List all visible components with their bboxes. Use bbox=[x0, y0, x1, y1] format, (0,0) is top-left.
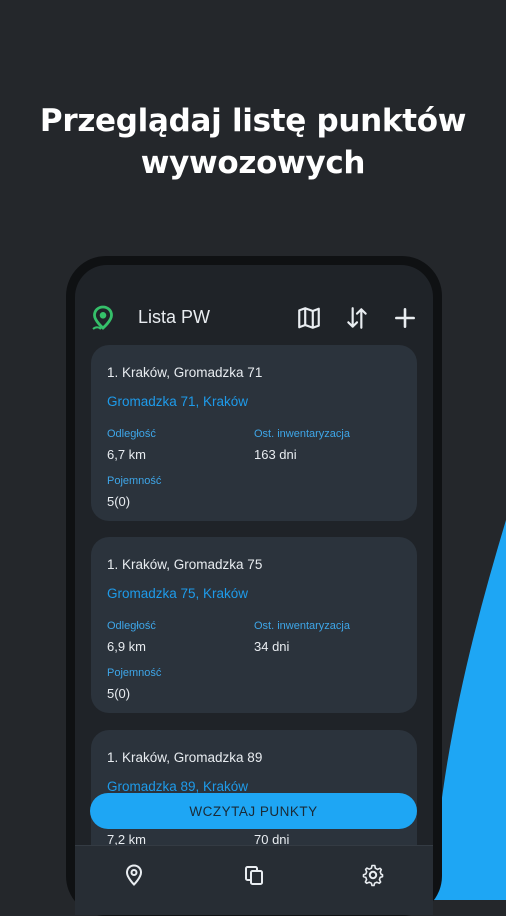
headline-line-2: wywozowych bbox=[140, 145, 366, 181]
settings-gear-icon[interactable] bbox=[361, 863, 385, 887]
add-icon[interactable] bbox=[392, 305, 418, 331]
location-pin-icon[interactable] bbox=[122, 863, 146, 887]
distance-label: Odległość bbox=[107, 620, 156, 632]
point-address-link[interactable]: Gromadzka 71, Kraków bbox=[107, 394, 248, 409]
point-name: 1. Kraków, Gromadzka 71 bbox=[107, 365, 263, 380]
location-pin-icon bbox=[92, 305, 113, 330]
capacity-label: Pojemność bbox=[107, 667, 162, 679]
inventory-label: Ost. inwentaryzacja bbox=[254, 428, 350, 440]
point-card[interactable]: 1. Kraków, Gromadzka 75 Gromadzka 75, Kr… bbox=[91, 537, 417, 713]
point-name: 1. Kraków, Gromadzka 89 bbox=[107, 750, 263, 765]
sort-icon[interactable] bbox=[344, 305, 370, 331]
capacity-value: 5(0) bbox=[107, 494, 131, 509]
point-card[interactable]: 1. Kraków, Gromadzka 71 Gromadzka 71, Kr… bbox=[91, 345, 417, 521]
point-name: 1. Kraków, Gromadzka 75 bbox=[107, 557, 263, 572]
point-address-link[interactable]: Gromadzka 89, Kraków bbox=[107, 779, 248, 794]
app-title: Lista PW bbox=[138, 307, 211, 327]
load-points-button[interactable]: WCZYTAJ PUNKTY bbox=[90, 793, 417, 829]
capacity-value: 5(0) bbox=[107, 686, 131, 701]
distance-label: Odległość bbox=[107, 428, 156, 440]
distance-value: 6,9 km bbox=[107, 639, 147, 654]
headline-line-1: Przeglądaj listę punktów bbox=[39, 103, 467, 139]
inventory-label: Ost. inwentaryzacja bbox=[254, 620, 350, 632]
app-bar: Lista PW bbox=[75, 265, 433, 345]
copy-icon[interactable] bbox=[242, 863, 266, 887]
inventory-value: 163 dni bbox=[254, 447, 297, 462]
capacity-label: Pojemność bbox=[107, 475, 162, 487]
headline: Przeglądaj listę punktów wywozowych bbox=[0, 100, 506, 184]
inventory-value: 34 dni bbox=[254, 639, 290, 654]
point-address-link[interactable]: Gromadzka 75, Kraków bbox=[107, 586, 248, 601]
bottom-navigation bbox=[75, 845, 433, 915]
distance-value: 6,7 km bbox=[107, 447, 147, 462]
map-icon[interactable] bbox=[296, 305, 322, 331]
